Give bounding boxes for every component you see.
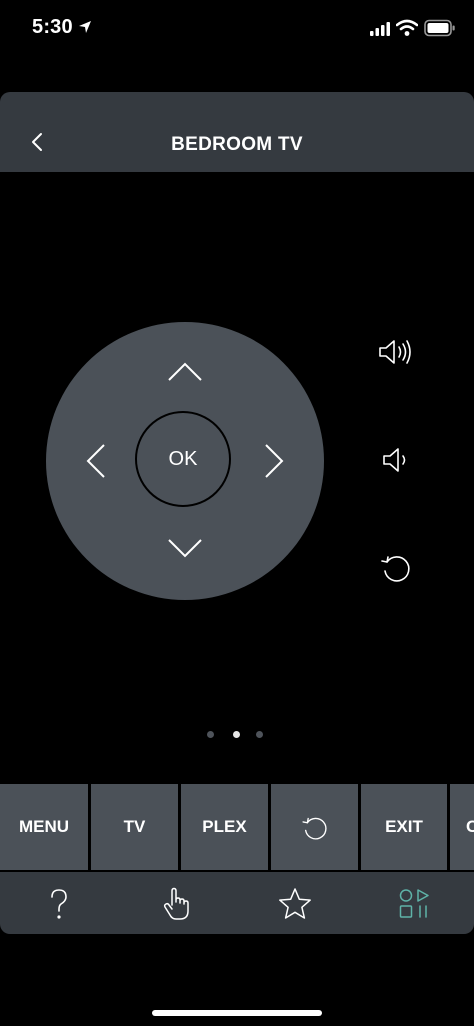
partial-button[interactable]: C [450,784,474,870]
chevron-left-icon [86,444,105,478]
quick-button-row: MENU TV PLEX EXIT C [0,784,474,870]
dpad-right-button[interactable] [260,439,288,483]
wifi-icon [396,19,418,36]
chevron-down-icon [168,539,202,558]
hand-pointer-icon [163,887,189,920]
menu-button-label: MENU [18,817,70,836]
location-arrow-icon [79,21,91,33]
volume-down-button[interactable] [376,440,416,480]
dpad-up-button[interactable] [163,358,207,386]
plex-button-label: PLEX [202,817,247,836]
chevron-right-icon [265,444,284,478]
page-dot[interactable] [256,731,263,738]
page-dot[interactable] [207,731,214,738]
volume-up-icon [379,340,411,364]
ok-button[interactable]: OK [135,411,231,507]
shapes-controls-icon [399,889,429,918]
dpad-down-button[interactable] [163,534,207,562]
dpad: OK [46,322,324,600]
plex-button[interactable]: PLEX [181,784,268,870]
bottom-tab-bar [0,872,474,934]
menu-button[interactable]: MENU [0,784,88,870]
volume-down-icon [383,448,406,472]
home-indicator[interactable] [152,1010,322,1016]
remote-card: BEDROOM TV OK MENU TV PLEX EXIT C [0,92,474,934]
page-dot-active[interactable] [233,731,240,738]
back-replay-button[interactable] [271,784,358,870]
tv-button-label: TV [123,817,146,836]
replay-button[interactable] [376,547,416,587]
help-tab[interactable] [39,886,79,922]
dpad-left-button[interactable] [82,439,110,483]
controls-tab[interactable] [394,886,434,922]
replay-icon [301,817,327,840]
battery-icon [424,19,455,37]
page-indicator[interactable] [207,731,267,741]
question-icon [51,889,67,919]
exit-button[interactable]: EXIT [361,784,447,870]
touchpad-tab[interactable] [157,886,197,922]
exit-button-label: EXIT [385,817,423,836]
volume-up-button[interactable] [376,332,416,372]
star-icon [279,888,311,919]
chevron-up-icon [168,362,202,381]
status-time: 5:30 [32,16,73,38]
partial-button-label: C [466,817,474,836]
page-title: BEDROOM TV [171,134,303,155]
favorites-tab[interactable] [275,886,315,922]
header: BEDROOM TV [0,92,474,172]
tv-button[interactable]: TV [91,784,178,870]
replay-icon [381,556,410,582]
signal-icon [370,22,390,36]
status-bar: 5:30 [0,0,474,60]
